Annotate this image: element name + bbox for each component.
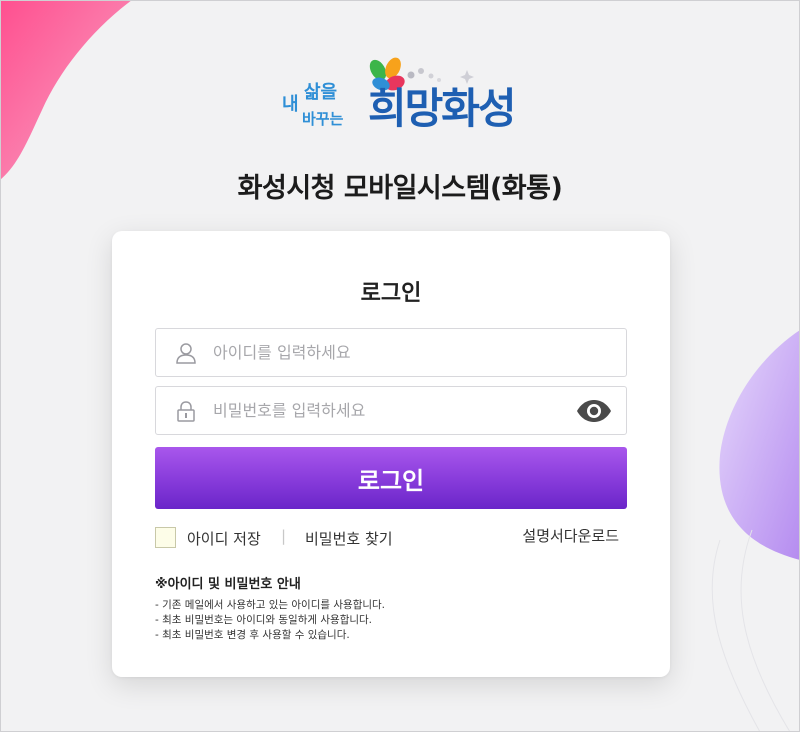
divider: |	[281, 527, 287, 545]
manual-download-link[interactable]: 설명서다운로드	[522, 525, 619, 546]
pink-wave-decoration	[0, 0, 132, 180]
notice-section: ※아이디 및 비밀번호 안내 - 기존 메일에서 사용하고 있는 아이디를 사용…	[155, 573, 627, 643]
id-field[interactable]	[155, 328, 627, 377]
id-input[interactable]	[213, 329, 573, 376]
page-title: 화성시청 모바일시스템(화통)	[237, 173, 563, 204]
notice-line: - 최초 비밀번호는 아이디와 동일하게 사용합니다.	[155, 614, 373, 626]
save-id-checkbox[interactable]	[155, 527, 176, 548]
notice-line: - 최초 비밀번호 변경 후 사용할 수 있습니다.	[155, 629, 350, 641]
password-input[interactable]	[213, 387, 573, 434]
save-id-label[interactable]: 아이디 저장	[187, 528, 261, 549]
password-field[interactable]	[155, 386, 627, 435]
logo: 내 삶을 바꾸는 희망화성	[280, 56, 520, 146]
logo-text: 희망화성	[368, 84, 517, 133]
logo-text-small: 내	[282, 94, 299, 115]
lock-icon	[177, 401, 195, 422]
purple-wave-decoration	[719, 330, 800, 560]
eye-icon[interactable]	[576, 399, 612, 423]
notice-title: ※아이디 및 비밀번호 안내	[155, 577, 301, 592]
login-options: 아이디 저장 | 비밀번호 찾기 설명서다운로드	[155, 525, 627, 549]
logo-text-small: 바꾸는	[302, 110, 344, 128]
login-title: 로그인	[360, 281, 422, 306]
user-icon	[176, 343, 196, 364]
login-button[interactable]: 로그인	[155, 447, 627, 509]
notice-line: - 기존 메일에서 사용하고 있는 아이디를 사용합니다.	[155, 599, 386, 611]
login-card: 로그인 로그인 아이디 저장 | 비밀번호 찾기 설명서다운로드 ※아이디 및 …	[112, 231, 670, 677]
find-password-link[interactable]: 비밀번호 찾기	[305, 528, 393, 549]
logo-text-small: 삶을	[304, 82, 338, 103]
